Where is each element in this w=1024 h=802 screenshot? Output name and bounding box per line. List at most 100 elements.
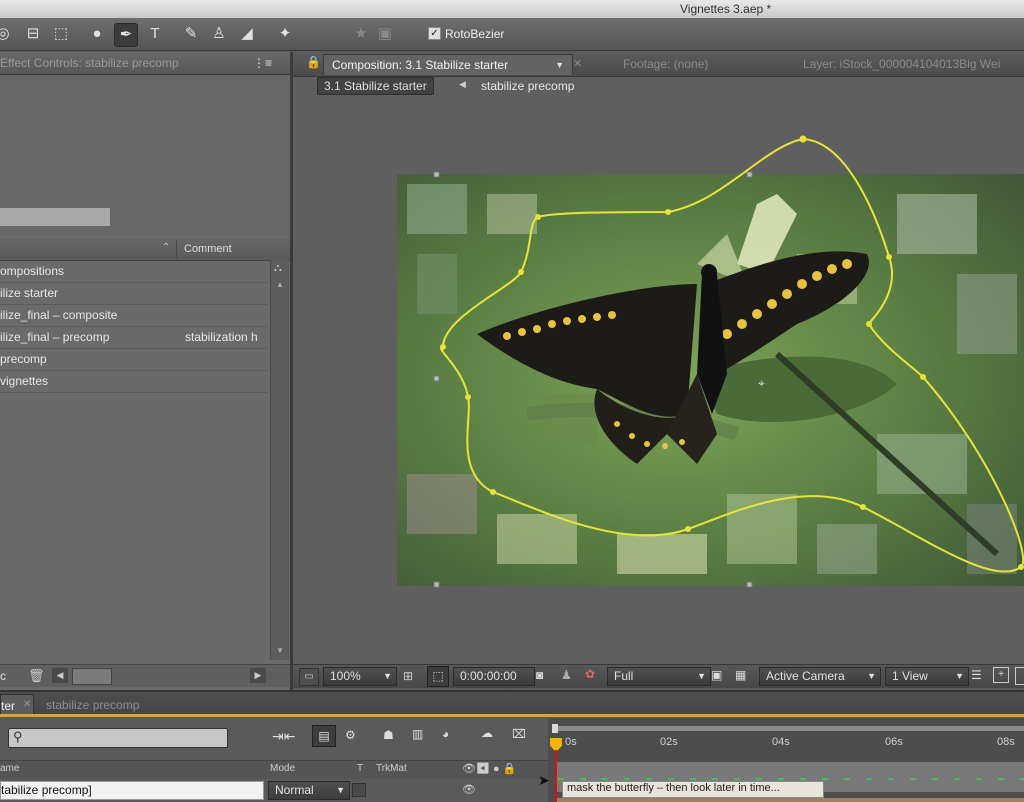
project-item[interactable]: ilize_final – composite [0,304,268,327]
camera-select[interactable]: Active Camera ▼ [759,667,881,686]
tab-composition[interactable]: Composition: 3.1 Stabilize starter ▼ [323,54,573,75]
comment-column-header[interactable]: Comment [184,243,232,255]
fast-previews-icon[interactable]: + [993,667,1009,683]
rect-mask-icon[interactable]: ⬚ [50,23,72,45]
pan-behind-icon[interactable]: ⊟ [22,23,44,45]
pen-tool-icon[interactable]: ✒ [114,23,138,47]
chevron-down-icon: ▼ [955,671,964,681]
mask-path-overlay[interactable]: ⌖ [293,97,1024,657]
graph-editor-icon[interactable]: ⌧ [512,727,526,741]
project-item[interactable]: ilize_final – precomp stabilization h [0,326,268,349]
playhead-line[interactable] [555,750,557,802]
scroll-up-icon[interactable]: ▲ [276,280,284,289]
marker-comment[interactable]: mask the butterfly – then look later in … [562,781,824,798]
mode-column-header[interactable]: Mode [270,763,295,774]
time-navigator-bar[interactable] [556,726,1024,731]
safe-margins-icon[interactable]: ⊞ [403,669,413,683]
project-item[interactable]: ompositions [0,260,268,283]
eraser-tool-icon[interactable]: ◢ [236,23,258,45]
scroll-down-icon[interactable]: ▼ [276,646,284,655]
time-navigator-start-handle[interactable] [552,724,558,733]
brainstorm-icon[interactable]: ☁ [481,726,493,740]
layer-name-field[interactable]: tabilize precomp] [0,781,264,800]
trash-icon[interactable]: 🗑 [28,668,45,684]
bpc-button[interactable]: c [0,669,6,683]
grid-icon: ▣ [377,25,393,42]
table-row[interactable]: tabilize precomp] Normal ▼ 👁 [0,780,548,800]
title-bar: Vignettes 3.aep * [0,0,1024,18]
av-switches-icons: 👁◀ ● 🔒 [462,763,517,775]
preserve-transparency-checkbox[interactable] [352,783,366,797]
star-icon: ★ [354,25,368,42]
ellipse-tool-icon[interactable]: ● [86,23,108,45]
viewer-tab-bar: 🔒 Composition: 3.1 Stabilize starter ▼ ✕… [293,52,1024,77]
timeline-search-input[interactable]: ⚲ [8,728,228,748]
frame-blending-icon[interactable]: ▥ [412,727,423,741]
scroll-right-icon[interactable]: ▶ [250,668,266,683]
project-item-name: ilize starter [0,286,59,300]
timeline-toggle-icon[interactable] [1015,667,1024,685]
layer-mode-select[interactable]: Normal ▼ [268,781,350,800]
brush-tool-icon[interactable]: ✎ [180,23,202,45]
project-panel: ⌃ Comment ompositions ilize starter iliz… [0,236,290,690]
breadcrumb-active[interactable]: 3.1 Stabilize starter [317,77,434,95]
project-item[interactable]: vignettes [0,370,268,393]
rotobezier-checkbox[interactable]: ✓ [428,27,441,40]
resolution-select[interactable]: Full ▼ [607,667,711,686]
snapshot-icon[interactable]: ◙ [536,668,543,682]
toggle-pixel-aspect-icon[interactable]: ☰ [971,668,982,682]
transparency-grid-icon[interactable]: ▦ [735,668,746,682]
effect-controls-tab[interactable]: Effect Controls: stabilize precomp ⋮≡ [0,52,290,75]
view-layout-value: 1 View [892,669,928,683]
project-item-name: precomp [0,352,47,366]
close-tab-icon[interactable]: ✕ [573,57,582,70]
project-item[interactable]: ilize starter [0,282,268,305]
show-snapshot-icon[interactable]: ♟ [561,668,572,682]
hide-shy-layers-icon[interactable]: ☗ [383,728,394,742]
trkmat-column-header[interactable]: TrkMat [376,763,407,774]
project-item-comment: stabilization h [185,330,258,344]
tab-layer[interactable]: Layer: iStock_000004104013Big Wei [803,54,1000,74]
type-tool-icon[interactable]: T [144,23,166,45]
roi-icon[interactable]: ▣ [711,668,722,682]
project-search-field[interactable] [0,208,110,226]
butterfly-mask-path[interactable] [440,137,1024,573]
project-item-name: ilize_final – precomp [0,330,110,344]
t-column-header[interactable]: T [357,763,363,774]
project-scrollbar[interactable]: ⛬ ▲ ▼ [270,260,289,660]
flowchart-icon[interactable]: ⛬ [274,262,282,275]
layer-duration-bar[interactable] [556,798,1024,802]
tab-footage[interactable]: Footage: (none) [623,54,708,74]
channel-icon[interactable]: ✿ [585,667,595,681]
current-time-field[interactable]: 0:00:00:00 [453,667,535,686]
lock-icon[interactable]: 🔒 [306,55,321,69]
always-preview-icon[interactable]: ▭ [299,668,319,686]
puppet-pin-icon[interactable]: ✦ [274,23,296,45]
layer-bound-handles[interactable] [433,171,753,588]
eye-icon[interactable]: 👁 [462,783,476,796]
name-column-header[interactable]: ame [0,763,19,774]
ruler-tick-label: 06s [885,736,903,748]
layer-mode-value: Normal [275,783,314,797]
sort-arrow-icon[interactable]: ⌃ [162,242,170,253]
motion-blur-icon[interactable]: ◕ [442,727,449,741]
mask-visibility-icon[interactable]: ⬚ [427,666,449,687]
timeline-tab-other[interactable]: stabilize precomp [46,698,139,712]
scroll-left-icon[interactable]: ◀ [52,668,68,683]
keyframe-dots [558,778,1024,780]
composition-mini-flowchart-icon[interactable]: ⇥⇤ [272,728,295,745]
horizontal-scroll-thumb[interactable] [72,668,112,685]
project-item[interactable]: precomp [0,348,268,371]
live-update-icon[interactable]: ▤ [312,725,336,747]
close-tab-icon[interactable]: ✕ [23,699,31,710]
anchor-point-icon[interactable]: ⌖ [758,376,765,390]
chevron-down-icon[interactable]: ▼ [555,55,564,75]
orbit-camera-icon[interactable]: ◎ [0,23,14,45]
draft-3d-icon[interactable]: ⚙ [345,728,356,742]
breadcrumb-child[interactable]: stabilize precomp [481,79,574,93]
breadcrumb: 3.1 Stabilize starter ◀ stabilize precom… [293,77,1024,97]
zoom-select[interactable]: 100% ▼ [323,667,397,686]
view-layout-select[interactable]: 1 View ▼ [885,667,969,686]
panel-menu-icon[interactable]: ⋮≡ [253,52,272,74]
clone-stamp-icon[interactable]: ♙ [208,23,230,45]
